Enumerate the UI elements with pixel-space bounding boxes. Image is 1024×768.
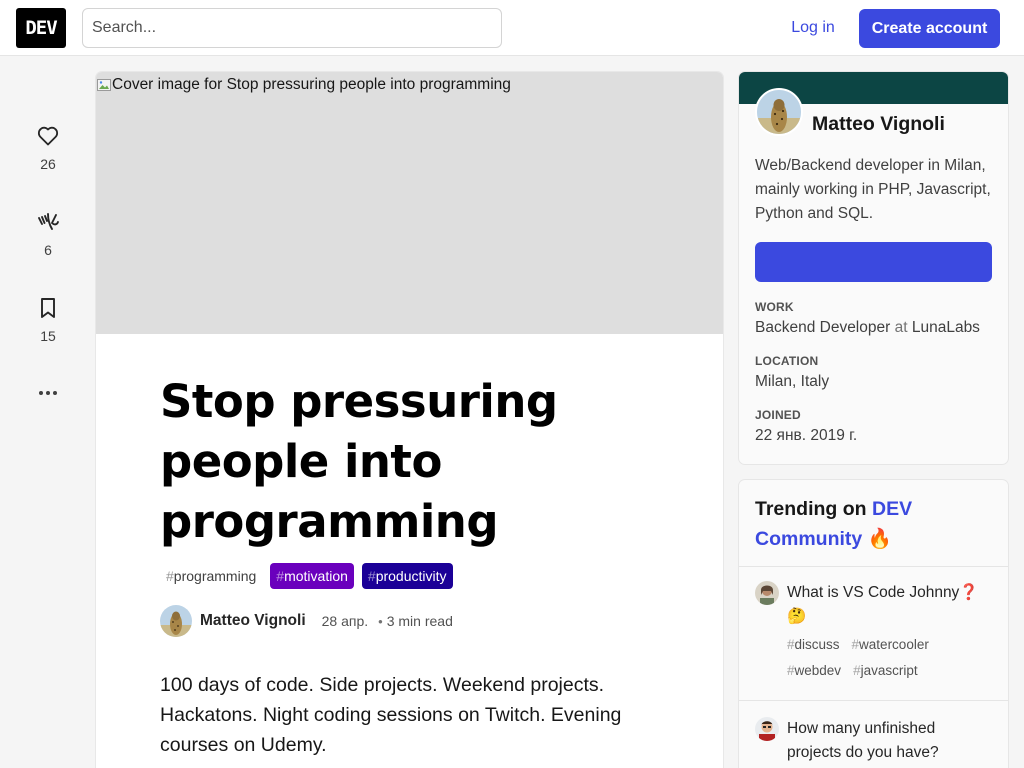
cover-image-alt: Cover image for Stop pressuring people i… (96, 76, 511, 94)
trending-item-tags: #discuss #watercooler #webdev #javascrip… (787, 634, 992, 682)
read-time: 3 min read (386, 613, 453, 629)
author-profile-card: Matteo Vignoli Web/Backend developer in … (739, 72, 1008, 464)
article-body: 100 days of code. Side projects. Weekend… (160, 674, 622, 756)
location-value: Milan, Italy (755, 373, 830, 390)
publish-date: 28 апр. (321, 613, 369, 629)
cover-alt-text: Cover image for Stop pressuring people i… (112, 76, 511, 93)
top-header: DEV Log in Create account (0, 0, 1024, 56)
tag-productivity[interactable]: # productivity (361, 563, 453, 589)
article-author-meta: Matteo Vignoli 28 апр. • 3 min read (160, 605, 453, 637)
author-avatar[interactable] (160, 605, 192, 637)
meta-separator: • (378, 613, 383, 629)
unicorn-icon (38, 213, 59, 230)
author-name[interactable]: Matteo Vignoli (200, 612, 306, 630)
work-label: WORK (755, 300, 794, 314)
follow-button[interactable] (755, 242, 992, 282)
joined-value: 22 янв. 2019 г. (755, 427, 858, 444)
article-tags: # programming # motivation # productivity (160, 563, 453, 589)
joined-label: JOINED (755, 408, 801, 422)
like-reaction[interactable]: 26 (24, 124, 72, 172)
search-input[interactable] (82, 8, 502, 48)
profile-avatar[interactable] (755, 88, 803, 136)
divider (739, 566, 1008, 567)
work-value: Backend Developer at LunaLabs (755, 319, 980, 336)
trending-item-title[interactable]: How many unfinished projects do you have… (787, 717, 992, 765)
trending-avatar (755, 581, 779, 605)
trending-card: Trending on DEV Community 🔥 What is VS C… (739, 480, 1008, 768)
profile-name[interactable]: Matteo Vignoli (812, 113, 945, 136)
trending-avatar (755, 717, 779, 741)
bookmark-reaction[interactable]: 15 (24, 296, 72, 344)
tag-motivation[interactable]: # motivation (270, 563, 354, 589)
tag-programming[interactable]: # programming (160, 563, 262, 589)
trending-item-title[interactable]: What is VS Code Johnny❓🤔 (787, 581, 992, 629)
bookmark-icon (41, 298, 55, 318)
unicorn-reaction[interactable]: 6 (24, 210, 72, 258)
more-options-button[interactable] (36, 384, 60, 402)
article-title: Stop pressuring people into programming (160, 375, 558, 548)
broken-image-icon (97, 79, 111, 91)
location-label: LOCATION (755, 354, 819, 368)
trending-tag[interactable]: #watercooler (852, 634, 929, 656)
divider (739, 700, 1008, 701)
trending-tag[interactable]: #javascript (853, 660, 918, 682)
fire-icon: 🔥 (867, 528, 892, 550)
create-account-button[interactable]: Create account (859, 9, 1000, 48)
heart-icon (37, 126, 59, 146)
bookmark-count: 15 (40, 328, 56, 344)
trending-tag[interactable]: #webdev (787, 660, 841, 682)
unicorn-count: 6 (44, 242, 52, 258)
dev-logo[interactable]: DEV (16, 8, 66, 48)
more-icon (39, 391, 57, 395)
trending-heading: Trending on DEV Community 🔥 (755, 498, 913, 550)
article-card: Cover image for Stop pressuring people i… (96, 72, 723, 768)
trending-tag[interactable]: #discuss (787, 634, 840, 656)
like-count: 26 (40, 156, 56, 172)
cover-image: Cover image for Stop pressuring people i… (96, 72, 723, 334)
login-link[interactable]: Log in (778, 9, 848, 47)
profile-bio: Web/Backend developer in Milan, mainly w… (755, 157, 991, 222)
